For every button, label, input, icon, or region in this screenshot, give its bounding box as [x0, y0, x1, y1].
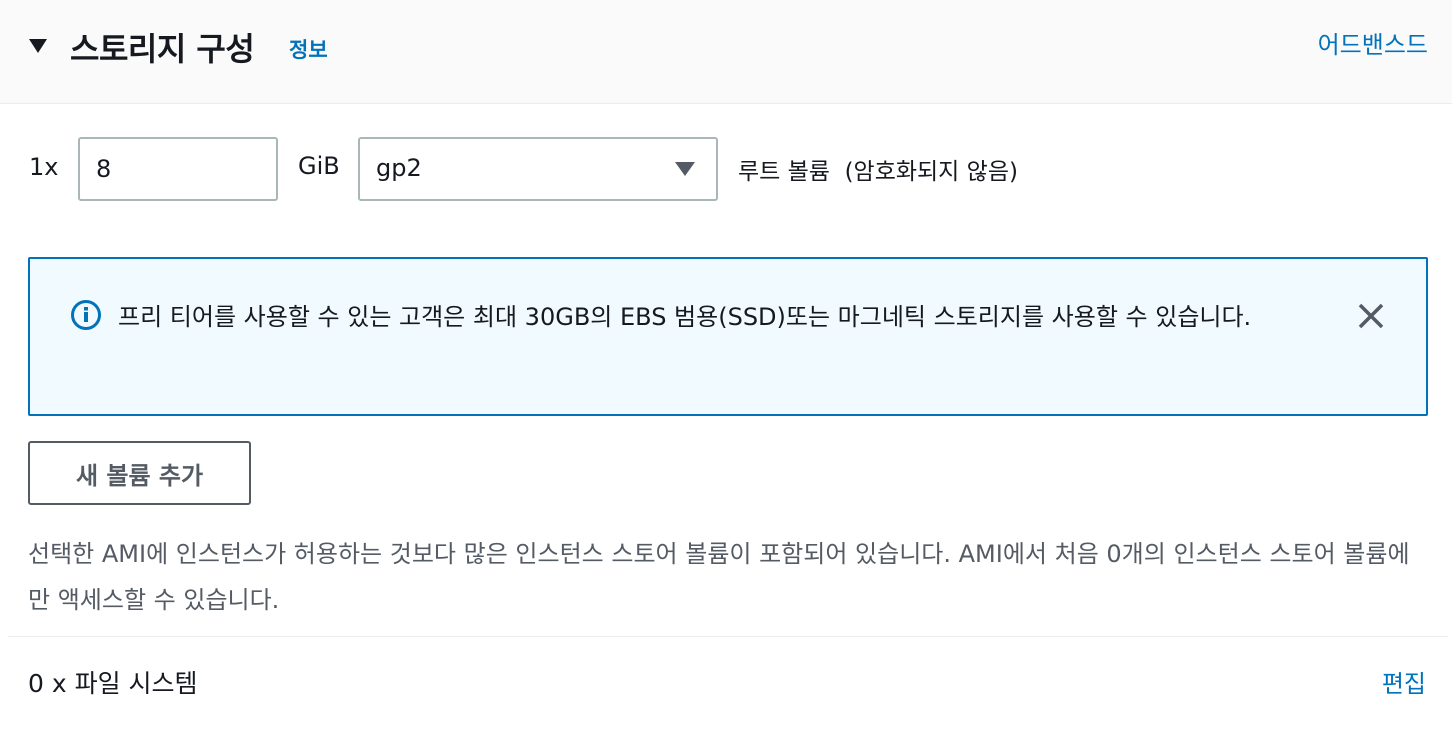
- root-volume-row: 1x GiB gp2 루트 볼륨 (암호화되지 않음): [0, 137, 1452, 201]
- section-title: 스토리지 구성: [70, 30, 255, 68]
- divider: [8, 636, 1448, 637]
- info-link[interactable]: 정보: [289, 34, 328, 64]
- caret-down-icon: [675, 162, 695, 176]
- advanced-link[interactable]: 어드밴스드: [1318, 25, 1428, 60]
- volume-description: 루트 볼륨 (암호화되지 않음): [738, 159, 1018, 185]
- info-icon: [71, 300, 101, 330]
- caret-down-icon[interactable]: [28, 38, 48, 54]
- volume-unit-label: GiB: [298, 152, 340, 180]
- file-systems-count: 0 x 파일 시스템: [28, 669, 198, 698]
- volume-size-input[interactable]: [78, 137, 278, 201]
- volume-quantity-label: 1x: [29, 153, 59, 181]
- free-tier-alert: 프리 티어를 사용할 수 있는 고객은 최대 30GB의 EBS 범용(SSD)…: [28, 257, 1428, 416]
- edit-link[interactable]: 편집: [1382, 664, 1426, 699]
- volume-type-value: gp2: [376, 154, 422, 182]
- instance-store-note: 선택한 AMI에 인스턴스가 허용하는 것보다 많은 인스턴스 스토어 볼륨이 …: [28, 540, 1410, 614]
- volume-type-select[interactable]: gp2: [358, 137, 718, 201]
- add-volume-button[interactable]: 새 볼륨 추가: [28, 441, 251, 505]
- section-header: 스토리지 구성 정보 어드밴스드: [0, 0, 1452, 104]
- alert-message: 프리 티어를 사용할 수 있는 고객은 최대 30GB의 EBS 범용(SSD)…: [118, 303, 1252, 331]
- close-icon[interactable]: [1356, 301, 1386, 331]
